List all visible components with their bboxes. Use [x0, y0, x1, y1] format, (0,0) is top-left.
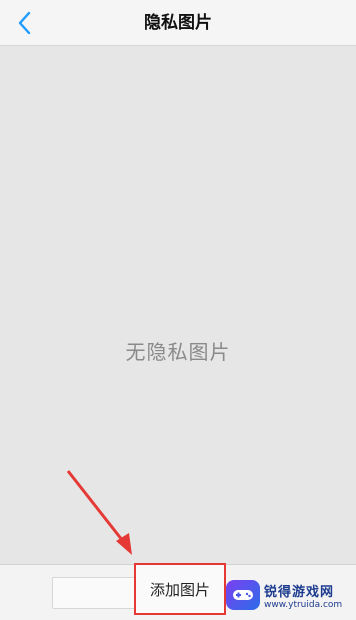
bottom-toolbar: 添加图片 锐得游戏网 www.ytruida.com	[0, 563, 356, 620]
watermark-url: www.ytruida.com	[264, 599, 343, 610]
top-bar: 隐私图片	[0, 0, 356, 46]
gamepad-logo-icon	[226, 580, 260, 610]
watermark-name: 锐得游戏网	[264, 584, 335, 600]
toolbar-button-blank[interactable]	[52, 577, 144, 609]
site-watermark: 锐得游戏网 www.ytruida.com	[226, 572, 352, 618]
empty-state-text: 无隐私图片	[125, 340, 231, 364]
add-image-button[interactable]: 添加图片	[134, 563, 226, 615]
photo-area: 无隐私图片	[0, 46, 356, 564]
page-title: 隐私图片	[144, 13, 212, 33]
add-image-label: 添加图片	[149, 580, 210, 599]
